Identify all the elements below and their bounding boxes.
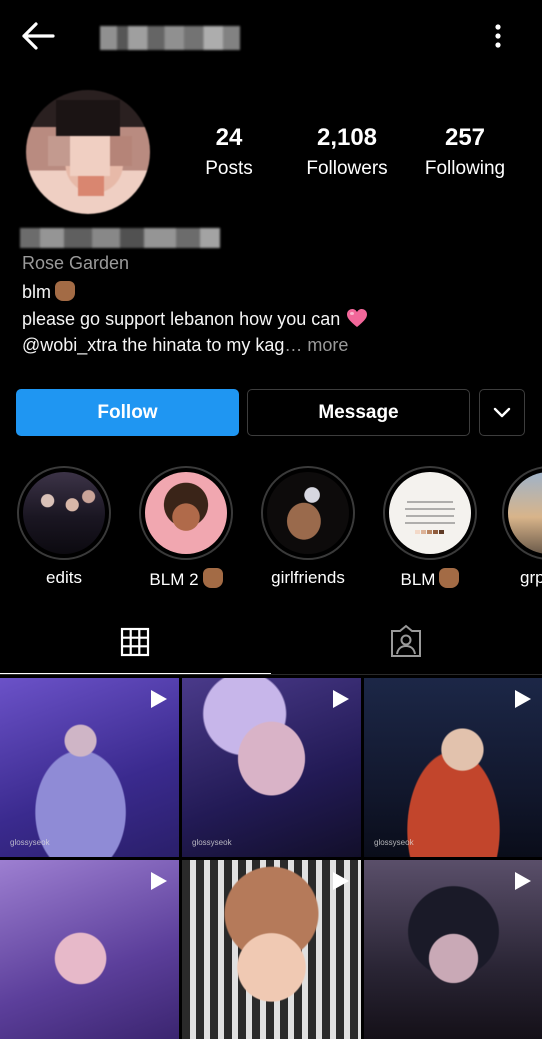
post-thumbnail[interactable] [182, 860, 361, 1039]
username-redacted [100, 26, 240, 50]
following-label: Following [424, 158, 506, 179]
highlight-blm-2[interactable]: BLM 2 [136, 466, 236, 590]
suggested-dropdown-button[interactable] [479, 389, 525, 436]
bio-line-2-text: please go support lebanon how you can [22, 309, 341, 329]
post-thumbnail[interactable]: glossyseok [0, 678, 179, 857]
highlight-blm[interactable]: BLM [380, 466, 480, 590]
following-stat[interactable]: 257 Following [418, 124, 512, 180]
posts-stat[interactable]: 24 Posts [190, 124, 268, 180]
video-play-icon [151, 690, 167, 708]
followers-label: Followers [306, 158, 388, 179]
message-button[interactable]: Message [247, 389, 470, 436]
highlight-label: BLM [380, 568, 480, 590]
highlight-label: edits [46, 568, 82, 587]
tab-tagged[interactable] [271, 612, 542, 674]
pink-heart-emoji-icon [346, 308, 368, 327]
post-thumbnail[interactable] [364, 860, 542, 1039]
tabs-divider [0, 674, 542, 675]
highlight-ring [17, 466, 111, 560]
chevron-down-icon [493, 407, 511, 418]
video-play-icon [333, 690, 349, 708]
highlight-label: grp [520, 568, 542, 587]
bio-line-3[interactable]: @wobi_xtra the hinata to my kag… more [22, 335, 348, 356]
profile-avatar[interactable] [26, 90, 150, 214]
highlight-grp[interactable]: grp [502, 466, 542, 588]
post-watermark: glossyseok [374, 838, 414, 847]
followers-stat[interactable]: 2,108 Followers [296, 124, 398, 180]
more-options-icon[interactable] [488, 22, 508, 50]
raised-fist-emoji-icon [202, 568, 223, 588]
post-thumbnail[interactable]: glossyseok [364, 678, 542, 857]
highlight-cover-image [267, 472, 349, 554]
post-thumbnail[interactable] [0, 860, 179, 1039]
more-link[interactable]: … more [284, 335, 348, 355]
highlight-ring [261, 466, 355, 560]
highlight-edits[interactable]: edits [14, 466, 114, 588]
bio-line-2: please go support lebanon how you can [22, 308, 368, 330]
video-play-icon [333, 872, 349, 890]
highlight-girlfriends[interactable]: girlfriends [258, 466, 358, 588]
post-watermark: glossyseok [192, 838, 232, 847]
raised-fist-emoji-icon [439, 568, 460, 588]
posts-label: Posts [205, 158, 253, 179]
tagged-person-icon [391, 624, 421, 657]
highlight-label-text: BLM 2 [149, 570, 199, 589]
back-arrow-icon[interactable] [20, 20, 56, 52]
raised-fist-emoji-icon [55, 281, 76, 301]
profile-category: Rose Garden [22, 253, 130, 273]
bio-line-3-text: @wobi_xtra the hinata to my kag [22, 335, 285, 355]
bio-line-1: blm [22, 281, 76, 303]
following-count: 257 [444, 124, 486, 151]
post-watermark: glossyseok [10, 838, 50, 847]
highlight-ring [139, 466, 233, 560]
full-name-redacted [20, 228, 220, 248]
highlight-ring [502, 466, 542, 560]
follow-button[interactable]: Follow [16, 389, 239, 436]
highlight-cover-image [508, 472, 542, 554]
post-thumbnail[interactable]: glossyseok [182, 678, 361, 857]
video-play-icon [151, 872, 167, 890]
followers-count: 2,108 [316, 124, 378, 151]
tab-posts-grid[interactable] [0, 612, 271, 674]
highlight-label: girlfriends [271, 568, 345, 587]
posts-count: 24 [215, 124, 243, 151]
highlight-label: BLM 2 [136, 568, 236, 590]
video-play-icon [515, 872, 531, 890]
video-play-icon [515, 690, 531, 708]
highlight-cover-image [145, 472, 227, 554]
grid-icon [120, 627, 150, 657]
highlight-cover-image [389, 472, 471, 554]
bio-line-1-text: blm [22, 282, 52, 302]
highlight-ring [383, 466, 477, 560]
highlight-label-text: BLM [400, 570, 436, 589]
highlight-cover-image [23, 472, 105, 554]
top-bar [0, 0, 542, 72]
